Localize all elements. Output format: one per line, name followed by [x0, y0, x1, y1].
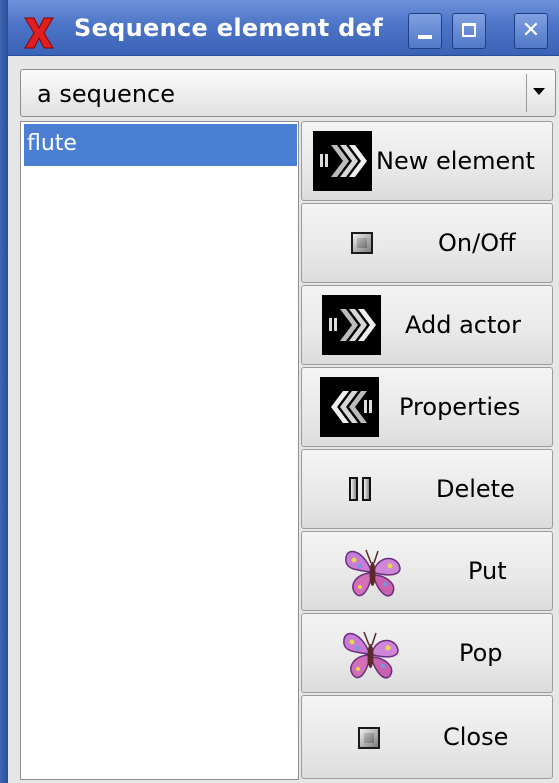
- stop-square-icon: [358, 727, 380, 749]
- new-element-button[interactable]: New element: [301, 121, 553, 201]
- maximize-icon: [462, 23, 476, 37]
- forward-arrows-icon: [313, 131, 372, 191]
- add-actor-label: Add actor: [405, 311, 521, 339]
- butterfly-icon: [343, 631, 399, 679]
- title-bar[interactable]: Sequence element def ✕: [0, 0, 559, 56]
- chevron-down-icon[interactable]: [533, 88, 545, 95]
- pop-label: Pop: [459, 639, 503, 667]
- on-off-label: On/Off: [438, 229, 516, 257]
- forward-arrows-icon: [322, 295, 381, 355]
- list-item[interactable]: flute: [24, 124, 297, 166]
- delete-button[interactable]: Delete: [301, 449, 553, 529]
- maximize-button[interactable]: [452, 13, 486, 49]
- butterfly-icon: [345, 549, 401, 597]
- pause-icon: [348, 477, 374, 503]
- pop-button[interactable]: Pop: [301, 613, 553, 693]
- put-label: Put: [468, 557, 507, 585]
- combo-divider: [526, 74, 527, 112]
- close-icon: ✕: [521, 18, 541, 43]
- dialog-window: Sequence element def ✕ a sequence flute …: [0, 0, 559, 783]
- x-logo-icon: [24, 17, 54, 49]
- backward-arrows-icon: [320, 377, 379, 437]
- close-button[interactable]: Close: [301, 695, 553, 779]
- element-list[interactable]: flute: [20, 121, 299, 780]
- minimize-icon: [418, 35, 432, 39]
- stop-square-icon: [351, 232, 373, 254]
- properties-button[interactable]: Properties: [301, 367, 553, 447]
- close-window-button[interactable]: ✕: [514, 13, 548, 49]
- sequence-select-value: a sequence: [37, 80, 175, 108]
- put-button[interactable]: Put: [301, 531, 553, 611]
- new-element-label: New element: [376, 147, 535, 175]
- delete-label: Delete: [436, 475, 515, 503]
- sequence-select[interactable]: a sequence: [20, 69, 556, 117]
- add-actor-button[interactable]: Add actor: [301, 285, 553, 365]
- close-label: Close: [443, 723, 509, 751]
- window-left-border: [0, 0, 8, 783]
- on-off-button[interactable]: On/Off: [301, 203, 553, 283]
- minimize-button[interactable]: [408, 13, 442, 49]
- properties-label: Properties: [399, 393, 521, 421]
- window-title: Sequence element def: [74, 14, 383, 42]
